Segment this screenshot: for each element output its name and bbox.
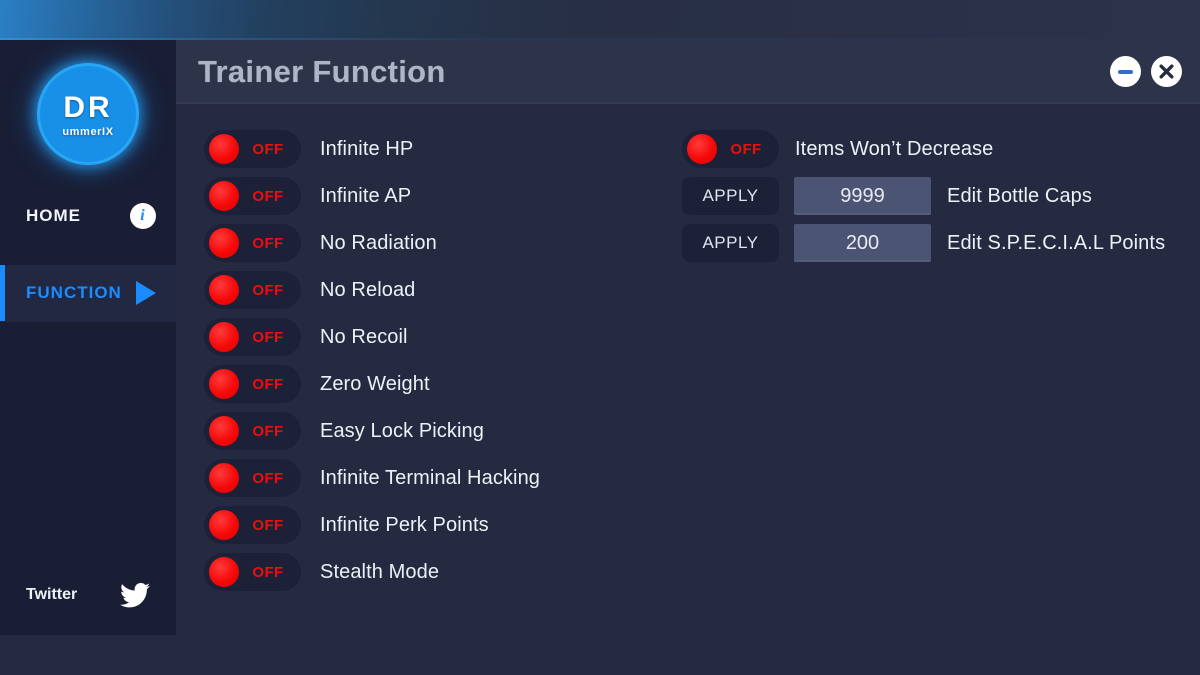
row-label: Infinite Terminal Hacking [320, 466, 541, 489]
apply-button[interactable]: APPLY [682, 177, 779, 215]
toggle-switch[interactable]: OFF [204, 553, 301, 591]
toggle-state-label: OFF [730, 140, 762, 158]
toggle-switch[interactable]: OFF [204, 365, 301, 403]
row-label: Infinite Perk Points [320, 513, 489, 536]
toggle-state-label: OFF [252, 422, 284, 440]
toggle-knob-icon [209, 181, 239, 211]
row-label: No Reload [320, 278, 416, 301]
info-icon[interactable]: i [130, 203, 156, 229]
row-label: No Radiation [320, 231, 437, 254]
toggle-state-label: OFF [252, 281, 284, 299]
minimize-icon [1118, 69, 1133, 74]
row-label: Infinite HP [320, 137, 414, 160]
title-bar-gradient [0, 0, 1200, 40]
sidebar-item-function[interactable]: FUNCTION [0, 265, 176, 321]
toggle-knob-icon [209, 557, 239, 587]
toggle-knob-icon [209, 416, 239, 446]
row-label: Zero Weight [320, 372, 430, 395]
toggle-state-label: OFF [252, 375, 284, 393]
toggle-row: OFF Infinite Perk Points [204, 506, 540, 544]
play-icon [136, 281, 156, 305]
row-label: Edit S.P.E.C.I.A.L Points [947, 231, 1166, 254]
toggle-knob-icon [209, 228, 239, 258]
toggle-row: OFF Infinite AP [204, 177, 540, 215]
toggle-switch[interactable]: OFF [204, 412, 301, 450]
trainer-window: DR ummerIX HOME i FUNCTION Twitter Train… [0, 0, 1200, 675]
toggle-knob-icon [209, 510, 239, 540]
toggle-switch[interactable]: OFF [204, 130, 301, 168]
logo-container: DR ummerIX [0, 40, 176, 188]
twitter-label: Twitter [26, 586, 78, 603]
toggle-switch[interactable]: OFF [204, 459, 301, 497]
sidebar-item-home-label: HOME [26, 206, 81, 225]
toggle-knob-icon [209, 322, 239, 352]
toggle-state-label: OFF [252, 516, 284, 534]
toggle-knob-icon [209, 134, 239, 164]
toggle-row: OFF No Reload [204, 271, 540, 309]
toggle-row: OFF Stealth Mode [204, 553, 540, 591]
toggle-switch[interactable]: OFF [204, 318, 301, 356]
logo-main-text: DR [63, 90, 113, 124]
value-input[interactable]: 9999 [794, 177, 931, 215]
header-bar: Trainer Function [176, 40, 1200, 104]
row-label: Stealth Mode [320, 560, 440, 583]
row-label: Items Won’t Decrease [795, 137, 994, 160]
row-label: No Recoil [320, 325, 408, 348]
toggle-row: OFF No Radiation [204, 224, 540, 262]
apply-row: APPLY 200 Edit S.P.E.C.I.A.L Points [682, 224, 1165, 262]
sidebar-item-function-label: FUNCTION [26, 283, 122, 302]
toggle-switch[interactable]: OFF [204, 271, 301, 309]
toggle-state-label: OFF [252, 187, 284, 205]
app-logo: DR ummerIX [40, 66, 136, 162]
sidebar: DR ummerIX HOME i FUNCTION Twitter [0, 40, 176, 635]
row-label: Easy Lock Picking [320, 419, 484, 442]
toggle-state-label: OFF [252, 234, 284, 252]
twitter-bird-icon [120, 582, 150, 608]
toggle-state-label: OFF [252, 328, 284, 346]
toggle-switch[interactable]: OFF [682, 130, 779, 168]
toggle-state-label: OFF [252, 140, 284, 158]
apply-row: APPLY 9999 Edit Bottle Caps [682, 177, 1165, 215]
right-column: OFF Items Won’t Decrease APPLY 9999 Edit Bot… [682, 130, 1165, 271]
toggle-row: OFF Easy Lock Picking [204, 412, 540, 450]
sidebar-item-home[interactable]: HOME i [0, 188, 176, 244]
value-input[interactable]: 200 [794, 224, 931, 262]
apply-button[interactable]: APPLY [682, 224, 779, 262]
toggle-state-label: OFF [252, 469, 284, 487]
close-button[interactable] [1151, 56, 1182, 87]
sidebar-divider-bottom [0, 321, 176, 322]
twitter-link[interactable]: Twitter [0, 577, 176, 613]
left-column: OFF Infinite HP OFF Infinite AP OFF No Radiat… [204, 130, 540, 600]
minimize-button[interactable] [1110, 56, 1141, 87]
toggle-knob-icon [209, 369, 239, 399]
row-label: Edit Bottle Caps [947, 184, 1093, 207]
toggle-row: OFF Infinite HP [204, 130, 540, 168]
toggle-state-label: OFF [252, 563, 284, 581]
toggle-row: OFF Infinite Terminal Hacking [204, 459, 540, 497]
content-area: OFF Infinite HP OFF Infinite AP OFF No Radiat… [176, 104, 1200, 635]
toggle-knob-icon [687, 134, 717, 164]
toggle-knob-icon [209, 463, 239, 493]
toggle-row: OFF No Recoil [204, 318, 540, 356]
page-title: Trainer Function [198, 54, 446, 89]
close-icon [1158, 63, 1175, 80]
toggle-switch[interactable]: OFF [204, 506, 301, 544]
window-controls [1110, 56, 1182, 87]
toggle-row: OFF Zero Weight [204, 365, 540, 403]
toggle-switch[interactable]: OFF [204, 177, 301, 215]
logo-sub-text: ummerIX [62, 125, 114, 138]
toggle-knob-icon [209, 275, 239, 305]
toggle-switch[interactable]: OFF [204, 224, 301, 262]
toggle-row: OFF Items Won’t Decrease [682, 130, 1165, 168]
row-label: Infinite AP [320, 184, 412, 207]
